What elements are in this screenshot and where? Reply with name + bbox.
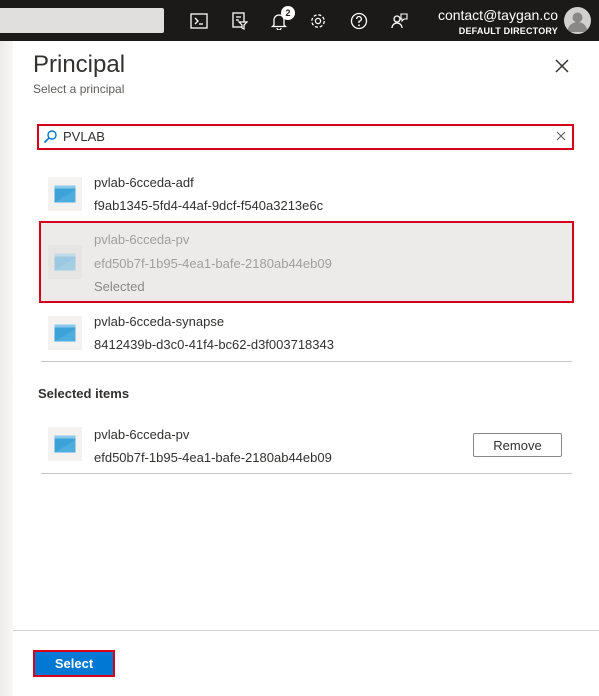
result-object-id: f9ab1345-5fd4-44af-9dcf-f540a3213e6c — [94, 198, 324, 213]
selected-item-object-id: efd50b7f-1b95-4ea1-bafe-2180ab44eb09 — [94, 450, 332, 465]
list-item-selected[interactable]: pvlab-6cceda-pv efd50b7f-1b95-4ea1-bafe-… — [39, 221, 574, 303]
app-registration-icon — [48, 427, 82, 461]
close-button[interactable] — [551, 55, 573, 77]
notification-count-badge: 2 — [281, 6, 295, 20]
app-registration-icon — [48, 245, 82, 279]
divider — [41, 361, 572, 362]
search-input[interactable] — [63, 127, 543, 146]
app-registration-icon — [48, 177, 82, 211]
footer-divider — [13, 630, 599, 631]
result-name: pvlab-6cceda-adf — [94, 175, 194, 190]
top-bar: 2 contact@taygan.co DEFAULT DIRECTORY — [0, 0, 599, 41]
divider — [41, 473, 572, 474]
avatar[interactable] — [564, 7, 591, 34]
blade-subtitle: Select a principal — [33, 82, 125, 96]
result-name: pvlab-6cceda-pv — [94, 232, 190, 247]
select-button[interactable]: Select — [33, 650, 115, 677]
account-email[interactable]: contact@taygan.co — [438, 7, 558, 23]
result-name: pvlab-6cceda-synapse — [94, 314, 225, 329]
feedback-icon[interactable] — [386, 8, 412, 34]
blade-title: Principal — [33, 51, 126, 78]
settings-icon[interactable] — [305, 8, 331, 34]
cloud-shell-icon[interactable] — [186, 8, 212, 34]
app-registration-icon — [48, 316, 82, 350]
list-item[interactable]: pvlab-6cceda-synapse 8412439b-d3c0-41f4-… — [41, 306, 572, 361]
remove-button[interactable]: Remove — [473, 433, 562, 457]
background-overlay — [0, 41, 14, 696]
principal-blade: Principal Select a principal pvlab-6cced… — [13, 41, 599, 696]
principal-search-box[interactable] — [37, 124, 574, 150]
list-item[interactable]: pvlab-6cceda-adf f9ab1345-5fd4-44af-9dcf… — [41, 168, 572, 224]
selected-status: Selected — [94, 279, 145, 294]
close-icon — [555, 59, 569, 73]
selected-item-name: pvlab-6cceda-pv — [94, 427, 190, 442]
search-icon — [43, 130, 57, 144]
selected-items-heading: Selected items — [38, 386, 130, 401]
result-object-id: 8412439b-d3c0-41f4-bc62-d3f003718343 — [94, 337, 334, 352]
global-search-box[interactable] — [0, 8, 164, 33]
clear-search-icon[interactable] — [556, 131, 566, 141]
result-object-id: efd50b7f-1b95-4ea1-bafe-2180ab44eb09 — [94, 256, 332, 271]
account-directory[interactable]: DEFAULT DIRECTORY — [459, 26, 558, 36]
help-icon[interactable] — [346, 8, 372, 34]
directory-filter-icon[interactable] — [226, 8, 252, 34]
